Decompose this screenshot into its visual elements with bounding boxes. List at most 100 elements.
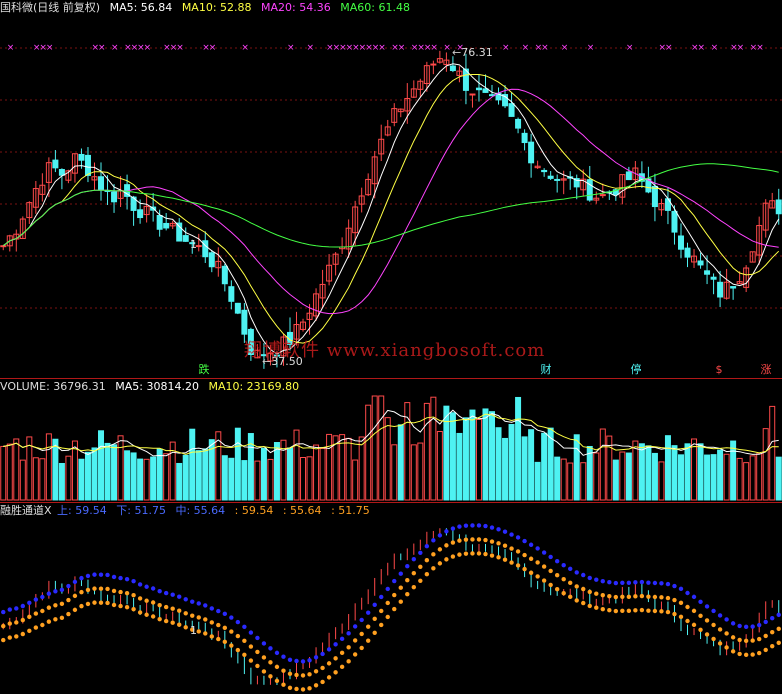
channel-middle-dot [691,608,697,614]
ma10-line [2,74,780,344]
channel-upper-dot [659,581,664,586]
channel-middle-dot [118,589,123,595]
channel-upper-dot [379,594,384,600]
marker-one-channel: 1 [190,624,197,637]
channel-upper-dot [424,543,430,549]
volume-bar [736,457,743,501]
candle-body [228,286,235,302]
channel-middle-dot [261,655,267,660]
volume-bar [593,452,600,501]
channel-upper-dot [131,578,136,584]
channel-lower-dot [359,645,364,651]
channel-upper-dot [190,599,195,604]
signal-marker: × [711,43,719,53]
channel-upper-dot [255,635,260,641]
channel-lower-dot [750,652,755,657]
channel-upper-dot [554,559,560,564]
channel-upper-dot [463,523,469,528]
channel-middle-dot [502,543,508,548]
channel-upper-dot [346,631,351,636]
channel-upper-dot [522,538,527,544]
candle-body [677,235,684,250]
channel-lower-dot [98,600,104,605]
channel-middle-dot [14,620,19,625]
channel-middle-dot [515,549,521,554]
channel-upper-dot [40,594,45,600]
channel-lower-dot [235,647,241,653]
channel-lower-dot [737,651,742,657]
channel-upper-dot [98,572,104,577]
volume-bar [345,437,352,501]
channel-lower-dot [183,625,188,630]
candle-body [241,309,248,335]
channel-lower-dot [85,601,91,607]
marker-one-main: 1 [190,238,197,251]
volume-bar [658,461,665,501]
volume-bar [691,438,698,501]
channel-v3: : 51.75 [331,504,370,517]
channel-lower-dot [528,570,534,575]
channel-lower-dot [515,563,521,568]
channel-upper-dot [561,562,566,568]
volume-bar [58,462,65,501]
channel-upper-dot [294,658,299,664]
channel-upper-dot [743,624,749,630]
tag-die[interactable]: 跌 [194,362,214,377]
channel-lower-dot [14,634,19,639]
volume-ma5-line [3,409,779,457]
stock-chart-screen: × × × × × × × × × × × × × × × × × × × × × × × × × × × × × × × × × × × × × × × ×… [0,0,782,694]
channel-upper-dot [229,615,234,620]
channel-middle-dot [594,591,599,596]
volume-bar [189,428,196,501]
channel-lower-dot [118,603,123,609]
channel-upper-dot [607,580,612,585]
channel-upper-dot [594,577,599,582]
volume-bar [19,459,26,501]
channel-lower-dot [704,632,710,637]
candle-body [52,159,59,169]
volume-bar [65,455,72,501]
tag-ting[interactable]: 停 [626,362,646,377]
volume-bar [534,461,541,501]
channel-middle-dot [339,650,345,656]
volume-bar [554,456,561,501]
candle-body [599,194,606,197]
ma60-line [2,163,779,248]
channel-upper-dot [405,563,410,569]
channel-upper-dot [665,581,671,587]
channel-middle-dot [607,594,612,599]
volume-bar [234,427,241,501]
channel-upper-dot [105,572,110,578]
tag-zhang[interactable]: 涨 [756,362,776,377]
candle-body [137,209,144,219]
candle-body [111,191,118,203]
tag-dollar[interactable]: $ [709,362,729,377]
volume-bar [632,440,639,501]
volume-bar [619,451,626,501]
signal-marker: × [626,43,634,53]
channel-upper-dot [704,604,710,609]
channel-middle-dot [248,644,254,649]
channel-middle-dot [548,568,553,574]
volume-bar [638,443,645,501]
volume-bar [313,444,320,501]
tag-cai[interactable]: 财 [536,362,556,377]
channel-v1: : 59.54 [234,504,274,517]
channel-upper-dot [352,624,358,629]
volume-legend: VOLUME: 36796.31 [0,380,106,393]
channel-middle-dot [372,616,377,621]
channel-middle-dot [743,638,749,644]
volume-bar [98,430,105,501]
volume-bar [391,444,398,501]
channel-lower-dot [756,650,762,656]
channel-middle-dot [287,671,293,676]
channel-middle-dot [124,590,130,596]
candle-body [221,265,228,285]
channel-middle-dot [346,645,351,650]
channel-middle-dot [59,601,65,607]
channel-middle-dot [170,606,175,611]
main-header: 国科微(日线 前复权) MA5: 56.84 MA10: 52.88 MA20:… [0,0,416,16]
channel-middle-dot [131,592,136,598]
channel-upper-dot [14,606,19,611]
channel-lower-dot [496,555,501,560]
